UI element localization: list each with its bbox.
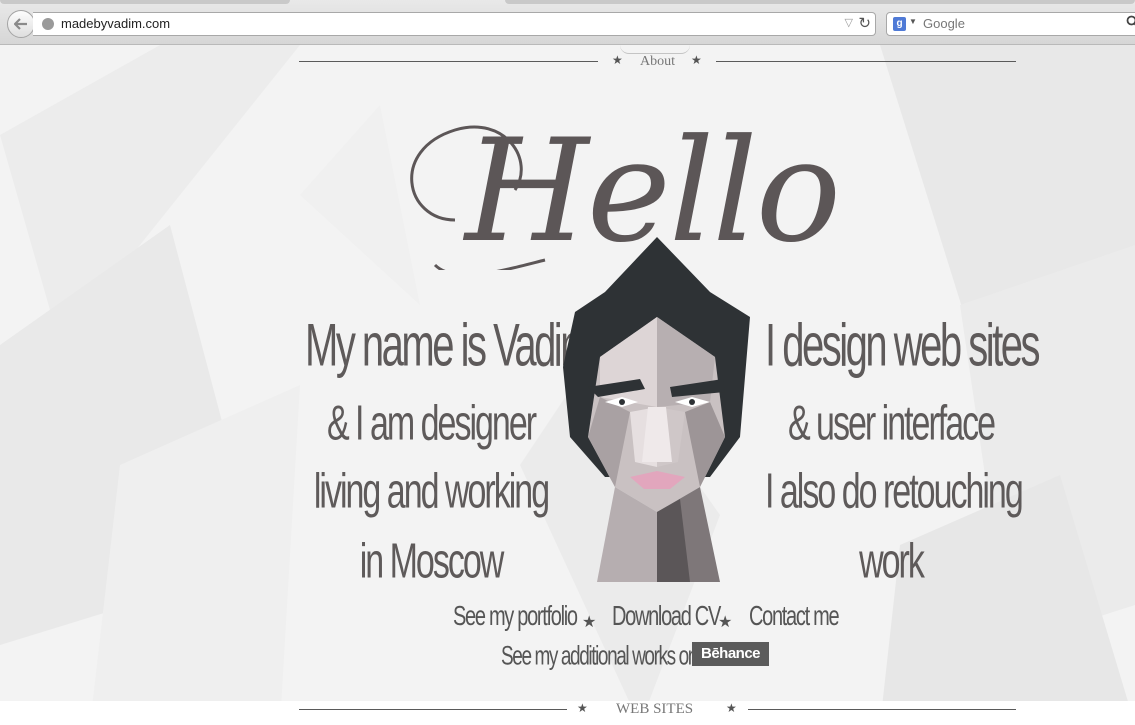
search-input[interactable]: Google	[923, 16, 965, 31]
bookmark-star-icon[interactable]: ▽	[845, 16, 853, 29]
services-line-4: work	[859, 534, 925, 590]
download-cv-link[interactable]: Download CV	[612, 601, 721, 633]
reload-icon[interactable]: ↻	[858, 14, 871, 32]
about-label: About	[640, 54, 675, 69]
contact-link[interactable]: Contact me	[749, 601, 840, 633]
services-line-1: I design web sites	[765, 313, 1040, 379]
behance-button[interactable]: Bēhance	[692, 642, 769, 666]
star-icon: ★	[577, 701, 588, 715]
google-engine-icon[interactable]: g	[893, 17, 906, 31]
tab-edge-right	[505, 0, 1135, 4]
globe-icon	[42, 18, 54, 30]
back-button[interactable]	[7, 10, 35, 38]
tab-edge-left	[0, 0, 290, 4]
intro-line-1: My name is Vadim	[305, 313, 594, 379]
browser-toolbar: madebyvadim.com ▽ ↻ g ▼ Google	[0, 0, 1135, 45]
intro-line-3: living and working	[313, 464, 550, 520]
about-rule-left	[299, 61, 598, 62]
search-bar[interactable]: g ▼ Google	[886, 12, 1135, 36]
services-line-3: I also do retouching	[765, 464, 1024, 520]
intro-line-2: & I am designer	[326, 396, 537, 452]
star-icon: ★	[718, 612, 733, 631]
portfolio-link[interactable]: See my portfolio	[453, 601, 578, 633]
back-arrow-icon	[14, 18, 27, 30]
top-flourish	[620, 45, 690, 54]
star-icon: ★	[612, 53, 623, 67]
star-icon: ★	[582, 612, 597, 631]
websites-rule-left	[299, 709, 567, 710]
footer-strip	[0, 701, 1135, 725]
services-line-2: & user interface	[787, 396, 996, 452]
additional-works-text: See my additional works on	[501, 642, 698, 672]
search-icon[interactable]	[1126, 15, 1135, 29]
star-icon: ★	[691, 53, 702, 67]
address-bar[interactable]: madebyvadim.com ▽ ↻	[33, 12, 876, 36]
websites-label: WEB SITES	[616, 701, 694, 717]
portrait-illustration	[563, 237, 750, 582]
engine-dropdown-icon[interactable]: ▼	[909, 17, 917, 26]
intro-line-4: in Moscow	[359, 534, 505, 590]
address-text[interactable]: madebyvadim.com	[61, 16, 170, 31]
about-rule-right	[716, 61, 1016, 62]
websites-rule-right	[748, 709, 1016, 710]
page-content: ★ About ★ Hello My name is Vadim & I am …	[0, 45, 1135, 725]
star-icon: ★	[726, 701, 737, 715]
